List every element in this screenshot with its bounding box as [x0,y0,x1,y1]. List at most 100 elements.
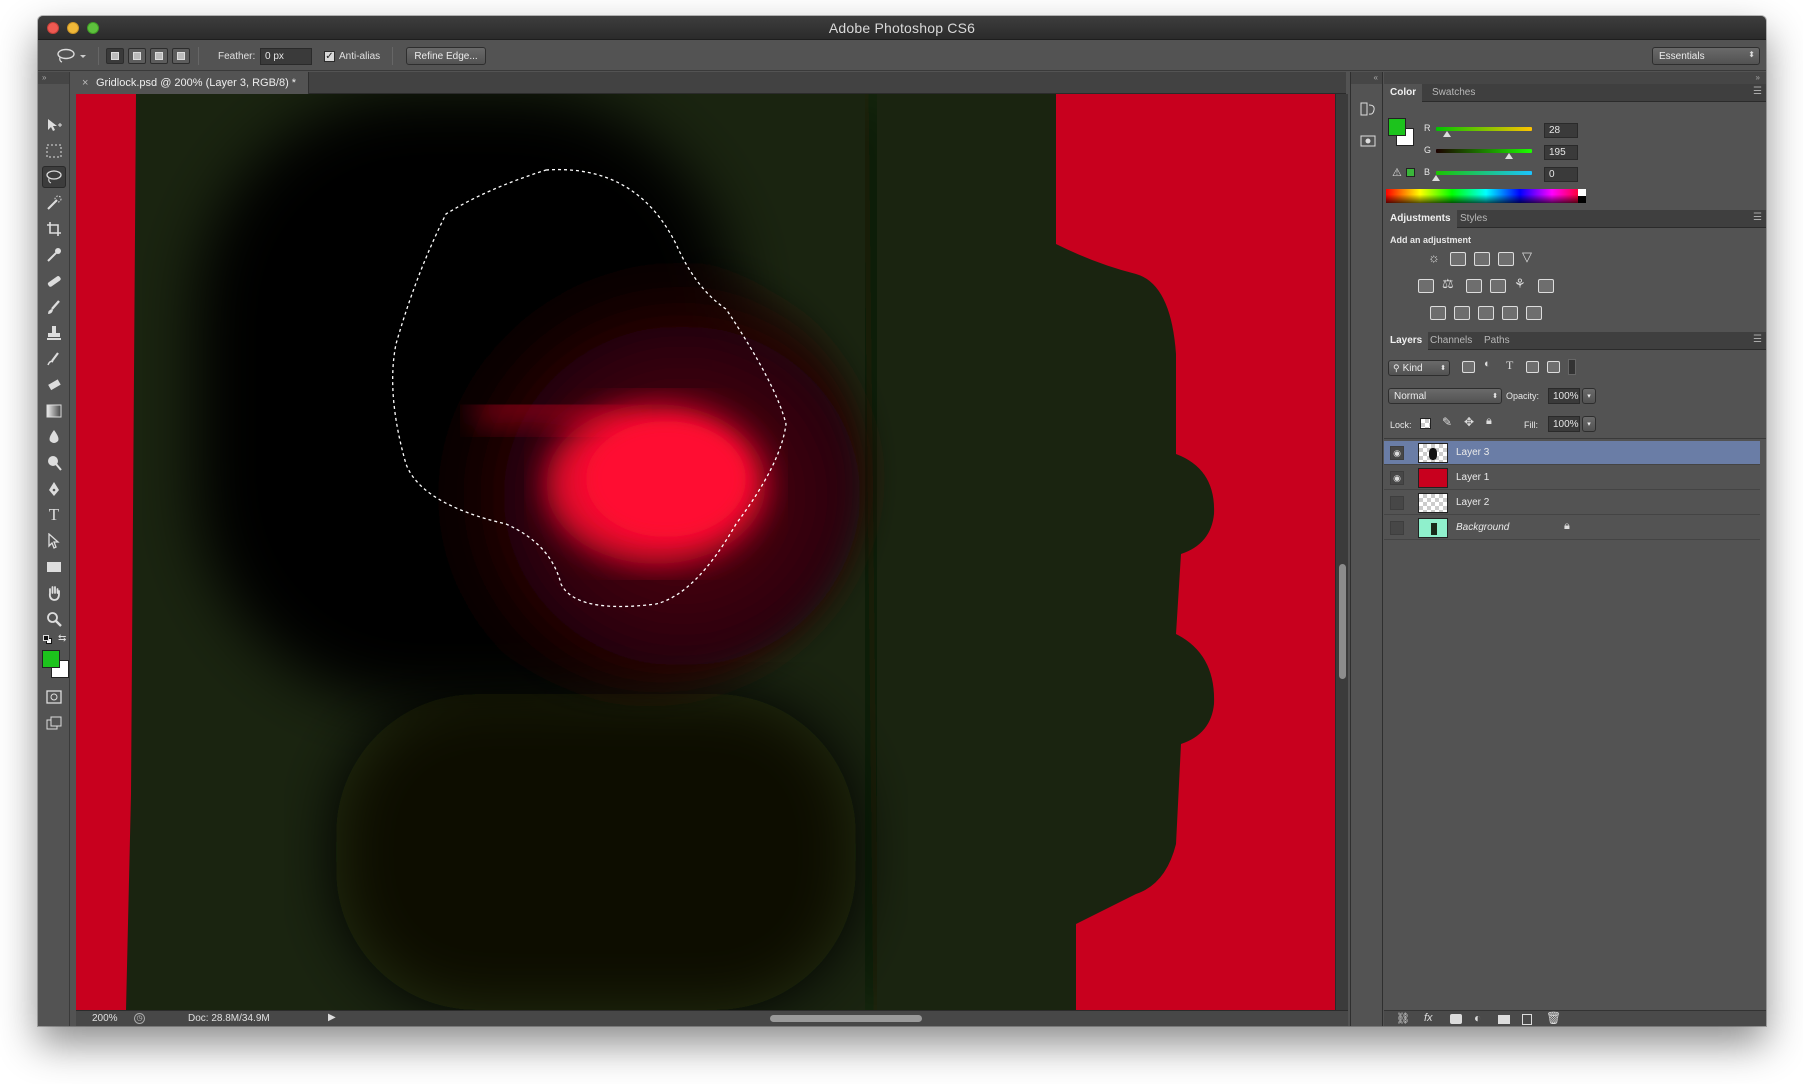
curves-icon[interactable] [1474,252,1490,266]
path-selection-tool-icon[interactable] [42,530,66,552]
b-slider-thumb[interactable] [1432,175,1440,181]
lasso-tool-icon[interactable] [42,166,66,188]
type-tool-icon[interactable]: T [42,504,66,526]
visibility-eye-icon[interactable]: ◉ [1390,446,1404,460]
filter-shape-icon[interactable] [1526,361,1539,373]
fx-icon[interactable]: fx [1424,1012,1433,1024]
lock-image-pixels-icon[interactable]: ✎ [1442,415,1452,429]
filter-adjustment-icon[interactable]: ◐ [1484,358,1491,370]
color-balance-icon[interactable]: ⚖ [1442,276,1454,292]
link-layers-icon[interactable]: ⛓︎ [1396,1012,1410,1025]
delete-layer-icon[interactable]: 🗑︎ [1546,1011,1561,1025]
tab-layers[interactable]: Layers [1384,332,1429,350]
layer-name[interactable]: Layer 1 [1456,472,1489,483]
threshold-icon[interactable] [1478,306,1494,320]
hand-tool-icon[interactable] [42,582,66,604]
tab-channels[interactable]: Channels [1424,332,1478,350]
clone-stamp-tool-icon[interactable] [42,322,66,344]
layer-filter-dropdown[interactable]: ⚲ Kind ⬍ [1388,360,1450,376]
intersect-selection-mode-button[interactable] [172,48,190,64]
lock-transparent-pixels-icon[interactable] [1420,418,1431,429]
quick-selection-tool-icon[interactable] [42,192,66,214]
exposure-icon[interactable] [1498,252,1514,266]
document-tab[interactable]: × Gridlock.psd @ 200% (Layer 3, RGB/8) * [76,72,310,94]
add-mask-icon[interactable] [1450,1014,1462,1024]
tools-collapse-icon[interactable]: » [38,72,69,84]
out-of-gamut-warning-icon[interactable]: ⚠ [1392,166,1402,179]
zoom-tool-icon[interactable] [42,608,66,630]
layer-row[interactable]: Layer 2 [1384,491,1760,515]
vertical-scrollbar[interactable] [1335,94,1348,1010]
fill-input[interactable]: 100% [1548,416,1580,432]
fill-dropdown-arrow-icon[interactable]: ▾ [1582,416,1596,432]
b-input[interactable]: 0 [1544,167,1578,182]
tab-swatches[interactable]: Swatches [1426,84,1481,102]
document-canvas[interactable] [76,94,1335,1010]
color-spectrum-bar[interactable] [1386,189,1586,203]
selective-color-icon[interactable] [1502,306,1518,320]
foreground-color-swatch[interactable] [42,650,60,668]
workspace-switcher[interactable]: Essentials ⬍ [1652,47,1760,65]
tab-styles[interactable]: Styles [1454,210,1493,228]
strip-collapse-icon[interactable]: « [1351,72,1382,84]
color-lookup-icon[interactable] [1538,279,1554,293]
gradient-map-icon[interactable] [1526,306,1542,320]
rectangular-marquee-tool-icon[interactable] [42,140,66,162]
layer-name[interactable]: Layer 2 [1456,497,1489,508]
tab-adjustments[interactable]: Adjustments [1384,210,1457,228]
panel-menu-icon[interactable]: ☰ [1753,334,1762,345]
swap-colors-icon[interactable]: ⇆ [58,633,66,644]
new-layer-icon[interactable] [1522,1014,1532,1025]
quick-mask-icon[interactable] [42,686,66,708]
layer-name[interactable]: Layer 3 [1456,447,1489,458]
status-info-icon[interactable]: ◷ [134,1013,145,1024]
pen-tool-icon[interactable] [42,478,66,500]
status-menu-arrow-icon[interactable]: ▶ [328,1012,336,1023]
gamut-color-swatch[interactable] [1406,168,1415,177]
new-group-icon[interactable] [1498,1015,1510,1024]
g-input[interactable]: 195 [1544,145,1578,160]
panel-menu-icon[interactable]: ☰ [1753,212,1762,223]
adjustment-layer-icon[interactable]: ◐ [1474,1011,1481,1025]
eraser-tool-icon[interactable] [42,374,66,396]
vertical-scroll-thumb[interactable] [1339,564,1346,679]
panel-menu-icon[interactable]: ☰ [1753,86,1762,97]
zoom-level[interactable]: 200% [92,1013,118,1024]
panels-collapse-icon[interactable]: » [1384,72,1766,84]
visibility-toggle-empty[interactable] [1390,521,1404,535]
blend-mode-dropdown[interactable]: Normal ⬍ [1388,388,1502,404]
filter-pixel-icon[interactable] [1462,361,1475,373]
b-slider[interactable] [1436,171,1532,175]
black-white-icon[interactable] [1466,279,1482,293]
properties-panel-icon[interactable] [1359,132,1377,150]
move-tool-icon[interactable] [42,114,66,136]
history-brush-tool-icon[interactable] [42,348,66,370]
spot-healing-brush-tool-icon[interactable] [42,270,66,292]
hue-saturation-icon[interactable] [1418,279,1434,293]
lock-all-icon[interactable]: 🔒︎ [1486,415,1492,428]
tab-paths[interactable]: Paths [1478,332,1516,350]
layer-row[interactable]: ◉ Layer 3 [1384,441,1760,465]
opacity-dropdown-arrow-icon[interactable]: ▾ [1582,388,1596,404]
refine-edge-button[interactable]: Refine Edge... [406,47,486,65]
posterize-icon[interactable] [1454,306,1470,320]
channel-mixer-icon[interactable]: ⚘ [1514,276,1526,292]
layer-name[interactable]: Background [1456,522,1509,533]
default-colors-icon[interactable] [43,635,53,645]
vibrance-icon[interactable]: ▽ [1522,249,1532,265]
tab-color[interactable]: Color [1384,84,1423,102]
invert-icon[interactable] [1430,306,1446,320]
gradient-tool-icon[interactable] [42,400,66,422]
filter-toggle-switch[interactable] [1568,359,1576,375]
close-document-icon[interactable]: × [82,72,88,94]
filter-type-icon[interactable]: T [1506,358,1513,373]
layer-row[interactable]: ◉ Layer 1 [1384,466,1760,490]
r-input[interactable]: 28 [1544,123,1578,138]
screen-mode-icon[interactable] [42,712,66,734]
eyedropper-tool-icon[interactable] [42,244,66,266]
add-to-selection-mode-button[interactable] [128,48,146,64]
anti-alias-checkbox[interactable]: ✓ Anti-alias [324,41,380,71]
visibility-toggle-empty[interactable] [1390,496,1404,510]
lock-position-icon[interactable]: ✥ [1464,415,1474,429]
crop-tool-icon[interactable] [42,218,66,240]
